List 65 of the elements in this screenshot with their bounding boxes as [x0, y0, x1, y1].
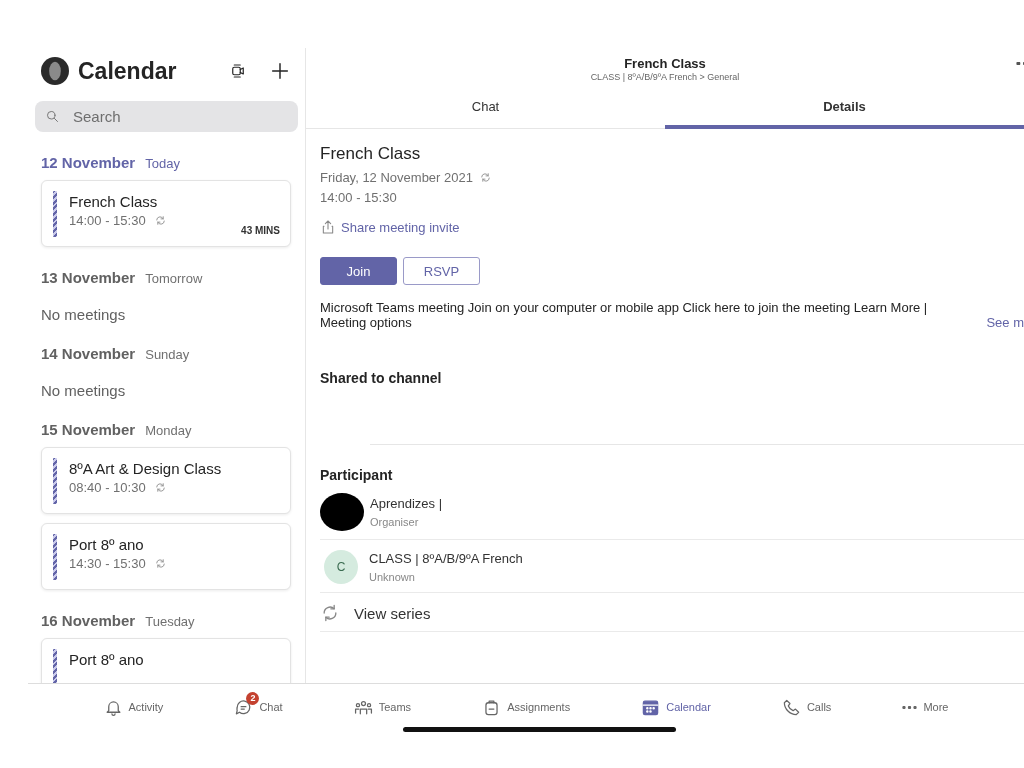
section-heading: Participant: [320, 467, 394, 483]
tab-bar-item[interactable]: Activity: [101, 693, 166, 721]
plus-icon: [269, 60, 291, 82]
event-stripe: [53, 458, 57, 504]
tab-bar-item[interactable]: Assignments: [480, 693, 573, 721]
event-time: 14:30 - 15:30: [69, 556, 146, 571]
meeting-description: Microsoft Teams meeting Join on your computer or mobile app Click here to join the meeting Learn More | Meeting options: [320, 300, 929, 330]
tab-bar-item[interactable]: Teams: [351, 693, 414, 721]
share-icon: [320, 219, 336, 235]
event-title: 8ºA Art & Design Class: [69, 460, 222, 477]
event-card[interactable]: 8ºA Art & Design Class 08:40 - 10:30: [41, 447, 291, 514]
empty-message: No meetings: [41, 306, 127, 323]
event-card[interactable]: Port 8º ano: [41, 638, 291, 683]
day-date: 15 November: [41, 421, 136, 438]
day-date: 12 November: [41, 154, 136, 171]
weekday-label: Tomorrow: [145, 271, 203, 286]
event-time: 08:40 - 10:30: [69, 480, 146, 495]
search-field[interactable]: Search: [35, 101, 298, 132]
rsvp-button[interactable]: RSVP: [403, 257, 480, 285]
event-title: Port 8º ano: [69, 536, 145, 553]
see-more-link[interactable]: See m: [986, 315, 1024, 330]
participant-name: Aprendizes |: [370, 496, 443, 511]
day-date: 16 November: [41, 612, 136, 629]
join-button[interactable]: Join: [320, 257, 397, 285]
event-time: 14:00 - 15:30: [320, 190, 398, 205]
tab[interactable]: Details: [665, 92, 1024, 129]
weekday-label: Monday: [145, 423, 192, 438]
weekday-label: Sunday: [145, 347, 190, 362]
page-title: Calendar: [78, 57, 177, 85]
channel-path: CLASS | 8ºA/B/9ºA French > General: [590, 72, 740, 82]
empty-message: No meetings: [41, 382, 127, 399]
event-card[interactable]: French Class 14:00 - 15:30 43 MINS: [41, 180, 291, 247]
weekday-label: Tuesday: [145, 614, 195, 629]
event-title: French Class: [69, 193, 159, 210]
participant-role: Unknown: [369, 571, 416, 583]
section-heading: Shared to channel: [320, 370, 443, 386]
event-stripe: [53, 191, 57, 237]
tab-bar-item[interactable]: Calendar: [639, 693, 713, 721]
avatar-circle: [320, 493, 364, 531]
countdown-label: 43 MINS: [241, 225, 280, 236]
weekday-label: Today: [145, 156, 180, 171]
tab-bar-item[interactable]: 2 Chat: [232, 693, 285, 721]
view-series-link[interactable]: View series: [354, 604, 431, 622]
more-icon: [902, 705, 918, 709]
unread-badge: 2: [246, 691, 260, 705]
event-stripe: [53, 534, 57, 580]
event-time: 14:00 - 15:30: [69, 213, 146, 228]
event-title: French Class: [320, 144, 422, 164]
share-invite-link[interactable]: Share meeting invite: [320, 219, 460, 235]
event-title: Port 8º ano: [69, 651, 144, 668]
participant-name: CLASS | 8ºA/B/9ºA French: [369, 551, 523, 566]
video-camera-icon: [229, 62, 247, 80]
tab[interactable]: Chat: [306, 92, 665, 129]
day-date: 14 November: [41, 345, 136, 362]
event-card[interactable]: Port 8º ano 14:30 - 15:30: [41, 523, 291, 590]
tab-bar-item[interactable]: More: [900, 697, 951, 717]
meeting-title: French Class: [624, 56, 706, 71]
event-stripe: [53, 649, 57, 683]
profile-avatar: [41, 57, 69, 85]
avatar-initial: C: [324, 550, 358, 584]
tab-bar-item[interactable]: Calls: [779, 693, 834, 721]
day-date: 13 November: [41, 269, 136, 286]
event-date: Friday, 12 November 2021: [320, 170, 473, 185]
phone-icon: [781, 697, 801, 717]
participant-role: Organiser: [370, 516, 420, 528]
